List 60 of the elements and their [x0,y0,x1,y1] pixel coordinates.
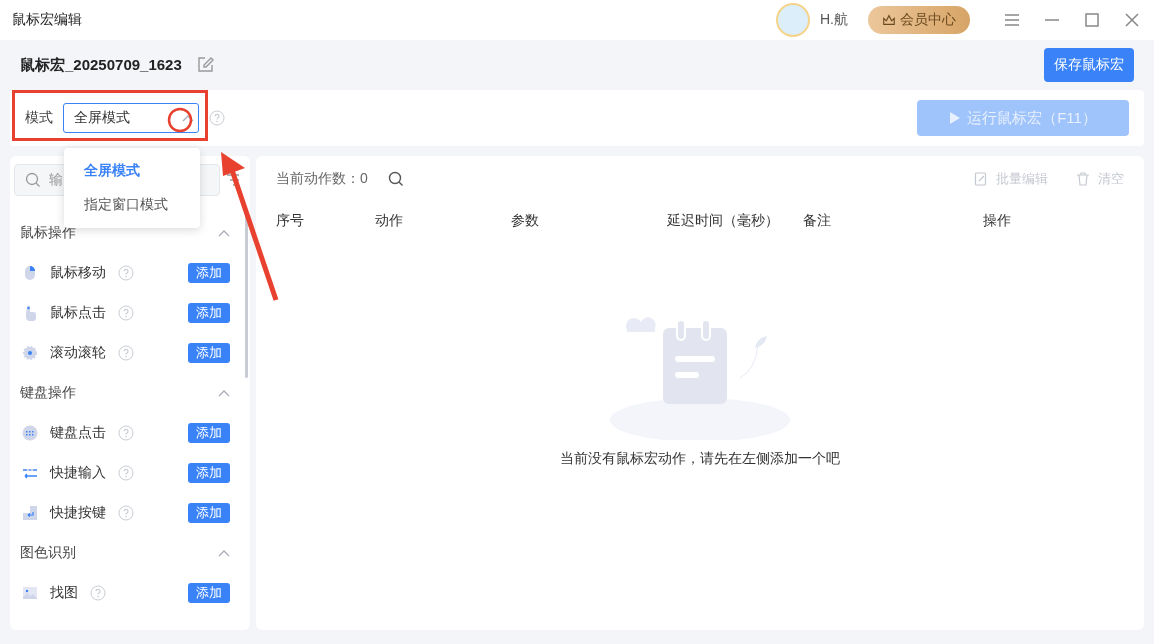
vip-center-button[interactable]: 会员中心 [868,6,970,34]
macro-name: 鼠标宏_20250709_1623 [20,55,182,75]
crown-icon [882,13,896,27]
annotation-circle [167,107,193,133]
collapse-icon[interactable] [218,389,230,397]
collapse-icon[interactable] [218,549,230,557]
add-button[interactable]: 添加 [188,463,230,483]
add-button[interactable]: 添加 [188,263,230,283]
column-header: 序号 [276,212,305,230]
avatar[interactable] [776,3,810,37]
mode-label: 模式 [25,109,53,127]
action-label: 快捷输入 [50,464,106,482]
play-icon [949,111,962,125]
column-header: 动作 [375,212,404,230]
group-title: 键盘操作 [20,384,77,402]
group-title: 图色识别 [20,544,77,562]
user-name[interactable]: H.航 [820,11,848,29]
image-icon [22,585,38,601]
help-icon[interactable] [118,505,134,521]
mouse-icon [22,265,38,281]
enter-key-icon [22,505,38,521]
action-label: 鼠标移动 [50,264,106,282]
help-icon[interactable] [118,465,134,481]
help-icon[interactable] [90,585,106,601]
help-icon[interactable] [209,110,225,126]
maximize-icon[interactable] [1082,10,1102,30]
help-icon[interactable] [118,265,134,281]
collapse-icon[interactable] [218,229,230,237]
edit-icon[interactable] [195,56,214,74]
empty-message: 当前没有鼠标宏动作，请先在左侧添加一个吧 [560,450,840,468]
keyboard-icon [22,425,38,441]
window-title: 鼠标宏编辑 [12,11,83,29]
search-icon[interactable] [387,171,404,187]
help-icon[interactable] [118,345,134,361]
save-button[interactable]: 保存鼠标宏 [1044,48,1134,82]
add-button[interactable]: 添加 [188,343,230,363]
add-button[interactable]: 添加 [188,423,230,443]
caret-icon[interactable] [182,114,194,122]
add-button[interactable]: 添加 [188,303,230,323]
action-count: 当前动作数：0 [276,170,368,188]
action-label: 快捷按键 [50,504,106,522]
action-label: 键盘点击 [50,424,106,442]
trash-icon [1076,172,1090,186]
column-header: 延迟时间（毫秒） [667,212,780,230]
edit-icon [974,172,988,186]
add-button[interactable]: 添加 [188,583,230,603]
column-header: 备注 [803,212,832,230]
column-header: 操作 [983,212,1012,230]
action-label: 找图 [50,584,78,602]
search-icon [25,172,41,188]
add-button[interactable]: 添加 [188,503,230,523]
help-icon[interactable] [118,305,134,321]
column-header: 参数 [511,212,540,230]
dropdown-option[interactable]: 全屏模式 [64,154,200,188]
gear-icon [22,345,38,361]
dropdown-option[interactable]: 指定窗口模式 [64,188,200,222]
help-icon[interactable] [118,425,134,441]
action-label: 鼠标点击 [50,304,106,322]
action-label: 滚动滚轮 [50,344,106,362]
mode-dropdown[interactable]: 全屏模式 [63,103,199,133]
